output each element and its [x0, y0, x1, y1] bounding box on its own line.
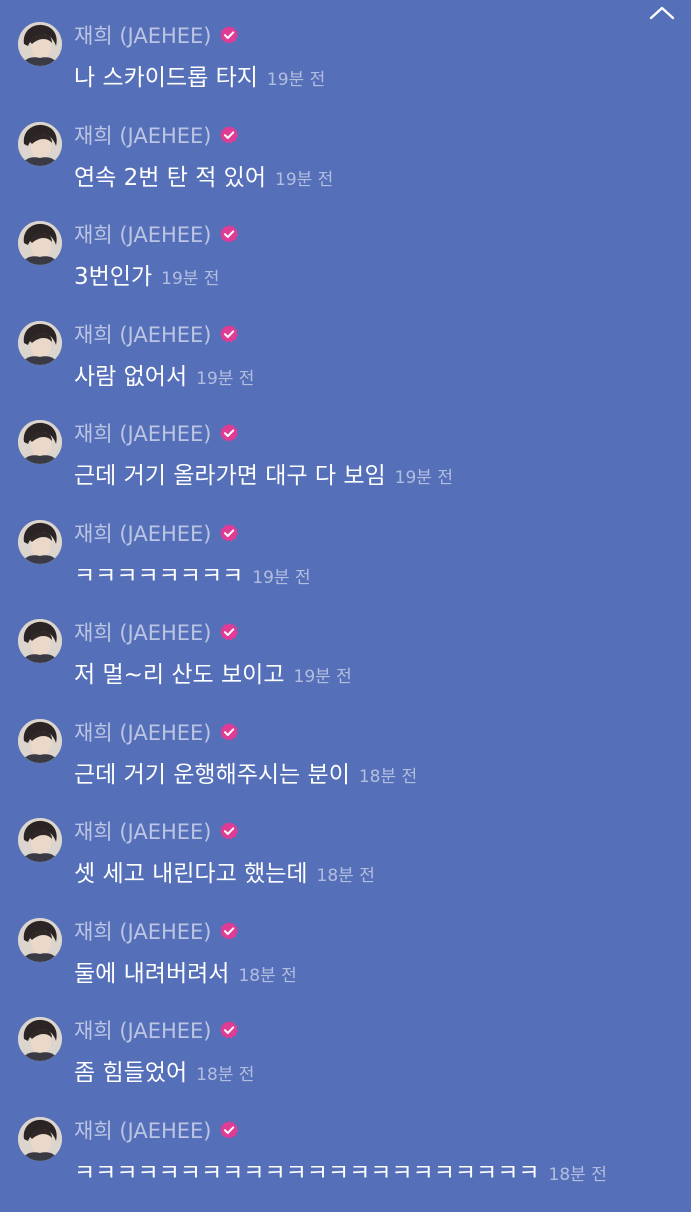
verified-check-icon — [219, 224, 239, 244]
avatar[interactable] — [18, 321, 62, 365]
sender-name: 재희 (JAEHEE) — [74, 1015, 212, 1045]
avatar[interactable] — [18, 22, 62, 66]
message-time: 19분 전 — [294, 662, 352, 687]
sender-name: 재희 (JAEHEE) — [74, 518, 212, 548]
sender-name: 재희 (JAEHEE) — [74, 916, 212, 946]
message-time: 19분 전 — [395, 463, 453, 488]
avatar[interactable] — [18, 719, 62, 763]
verified-check-icon — [219, 821, 239, 841]
verified-check-icon — [219, 523, 239, 543]
message-time: 18분 전 — [359, 762, 417, 787]
message-text: 셋 세고 내린다고 했는데 — [74, 854, 308, 888]
sender-name: 재희 (JAEHEE) — [74, 219, 212, 249]
message-item: 재희 (JAEHEE) 나 스카이드롭 타지 19분 전 — [0, 18, 691, 118]
verified-check-icon — [219, 423, 239, 443]
message-feed: 재희 (JAEHEE) 나 스카이드롭 타지 19분 전 재희 (JAE — [0, 18, 691, 1212]
sender-name: 재희 (JAEHEE) — [74, 418, 212, 448]
message-item: 재희 (JAEHEE) 좀 힘들었어 18분 전 — [0, 1013, 691, 1113]
message-time: 19분 전 — [252, 563, 310, 588]
message-item: 재희 (JAEHEE) 근데 거기 운행해주시는 분이 18분 전 — [0, 715, 691, 815]
message-text: 나 스카이드롭 타지 — [74, 58, 258, 92]
message-time: 19분 전 — [161, 264, 219, 289]
message-time: 19분 전 — [196, 364, 254, 389]
message-text: ㅋㅋㅋㅋㅋㅋㅋㅋ — [74, 556, 243, 590]
message-item: 재희 (JAEHEE) ㅋㅋㅋㅋㅋㅋㅋㅋㅋㅋㅋㅋㅋㅋㅋㅋㅋㅋㅋㅋㅋㅋ 18분 전 — [0, 1113, 691, 1212]
sender-name: 재희 (JAEHEE) — [74, 816, 212, 846]
verified-check-icon — [219, 722, 239, 742]
message-text: 좀 힘들었어 — [74, 1053, 187, 1087]
message-text: 저 멀~리 산도 보이고 — [74, 655, 285, 689]
verified-check-icon — [219, 25, 239, 45]
message-time: 19분 전 — [267, 65, 325, 90]
message-time: 18분 전 — [549, 1160, 607, 1185]
message-item: 재희 (JAEHEE) 저 멀~리 산도 보이고 19분 전 — [0, 615, 691, 715]
message-item: 재희 (JAEHEE) 사람 없어서 19분 전 — [0, 317, 691, 417]
message-item: 재희 (JAEHEE) 둘에 내려버려서 18분 전 — [0, 914, 691, 1014]
message-text: 둘에 내려버려서 — [74, 954, 229, 988]
sender-name: 재희 (JAEHEE) — [74, 20, 212, 50]
message-text: ㅋㅋㅋㅋㅋㅋㅋㅋㅋㅋㅋㅋㅋㅋㅋㅋㅋㅋㅋㅋㅋㅋ — [74, 1153, 540, 1187]
sender-name: 재희 (JAEHEE) — [74, 120, 212, 150]
avatar[interactable] — [18, 818, 62, 862]
message-text: 3번인가 — [74, 257, 152, 291]
verified-check-icon — [219, 324, 239, 344]
message-item: 재희 (JAEHEE) 셋 세고 내린다고 했는데 18분 전 — [0, 814, 691, 914]
verified-check-icon — [219, 1120, 239, 1140]
avatar[interactable] — [18, 122, 62, 166]
message-time: 18분 전 — [238, 961, 296, 986]
avatar[interactable] — [18, 619, 62, 663]
avatar[interactable] — [18, 520, 62, 564]
message-item: 재희 (JAEHEE) 3번인가 19분 전 — [0, 217, 691, 317]
avatar[interactable] — [18, 1017, 62, 1061]
avatar[interactable] — [18, 221, 62, 265]
message-time: 18분 전 — [196, 1060, 254, 1085]
message-item: 재희 (JAEHEE) 연속 2번 탄 적 있어 19분 전 — [0, 118, 691, 218]
verified-check-icon — [219, 1020, 239, 1040]
verified-check-icon — [219, 622, 239, 642]
message-text: 근데 거기 운행해주시는 분이 — [74, 755, 350, 789]
sender-name: 재희 (JAEHEE) — [74, 717, 212, 747]
verified-check-icon — [219, 125, 239, 145]
avatar[interactable] — [18, 420, 62, 464]
sender-name: 재희 (JAEHEE) — [74, 1115, 212, 1145]
message-time: 18분 전 — [317, 861, 375, 886]
message-text: 근데 거기 올라가면 대구 다 보임 — [74, 456, 386, 490]
message-text: 사람 없어서 — [74, 357, 187, 391]
message-item: 재희 (JAEHEE) ㅋㅋㅋㅋㅋㅋㅋㅋ 19분 전 — [0, 516, 691, 616]
sender-name: 재희 (JAEHEE) — [74, 319, 212, 349]
avatar[interactable] — [18, 918, 62, 962]
message-item: 재희 (JAEHEE) 근데 거기 올라가면 대구 다 보임 19분 전 — [0, 416, 691, 516]
message-time: 19분 전 — [275, 165, 333, 190]
avatar[interactable] — [18, 1117, 62, 1161]
verified-check-icon — [219, 921, 239, 941]
sender-name: 재희 (JAEHEE) — [74, 617, 212, 647]
message-text: 연속 2번 탄 적 있어 — [74, 158, 266, 192]
